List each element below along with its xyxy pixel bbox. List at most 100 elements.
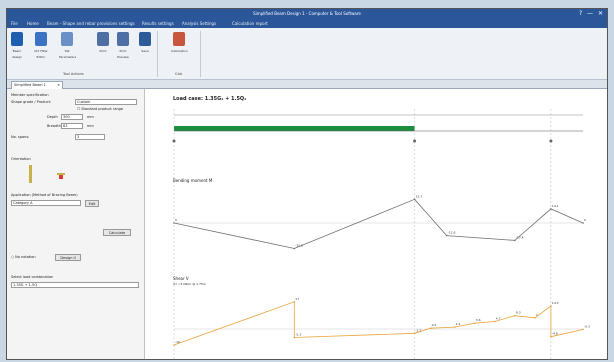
shear-point: [550, 305, 552, 307]
shear-point: [429, 327, 432, 329]
shear-point: [534, 317, 536, 319]
moment-point: [550, 208, 552, 210]
shear-data-label: 17: [295, 297, 299, 301]
shear-data-label: 8.3: [516, 311, 521, 315]
orientation-vertical-icon[interactable]: [29, 165, 32, 183]
menu-bar: File Home Beam - Shape and rebar provisi…: [7, 19, 607, 28]
shear-point: [582, 328, 584, 331]
moment-data-label: -17.4: [516, 235, 524, 239]
edit-category-button[interactable]: Edit: [85, 200, 99, 207]
load-combo-select[interactable]: 1.35G + 1.5Q: [11, 282, 139, 288]
moment-point: [514, 239, 516, 242]
orientation-marker-icon[interactable]: [59, 175, 63, 179]
design-button[interactable]: Design II: [55, 254, 81, 261]
application-label: Application (Method of Bracing Beam): [11, 193, 78, 197]
shape-label: Shape grade / Product:: [11, 100, 52, 104]
menu-report[interactable]: Calculation report: [232, 21, 268, 26]
group-label-tools: Tool Actions: [63, 72, 84, 76]
results-area: 0 -25.5 23.7 -12.6 -17.4 14.1 0 -10 17 -5.3 -2.7 0.…: [147, 89, 607, 359]
save-icon: [139, 32, 151, 46]
shear-data-label: 0.5: [432, 323, 437, 327]
print-button[interactable]: Print: [95, 32, 111, 54]
shear-point: [293, 301, 296, 303]
menu-beam-settings[interactable]: Beam - Shape and rebar provisions settin…: [47, 21, 135, 26]
shear-point: [550, 335, 552, 338]
load-case-title: Load case: 1.35G₁ + 1.5Q₁: [173, 96, 247, 102]
close-tab-icon[interactable]: ×: [57, 83, 60, 87]
category-select[interactable]: Category A: [11, 200, 81, 206]
spans-select[interactable]: 3: [75, 134, 105, 140]
beam-design-button[interactable]: Beam design: [9, 32, 25, 60]
menu-file[interactable]: File: [11, 21, 18, 26]
input-panel: Member specification Shape grade / Produ…: [7, 89, 145, 359]
moment-data-label: 0: [584, 218, 586, 222]
breadth-input[interactable]: 63: [61, 123, 83, 129]
calculate-button[interactable]: Calculate: [103, 229, 131, 236]
beam-design-icon: [11, 32, 23, 46]
shear-point: [493, 320, 496, 323]
moment-data-label: 23.7: [416, 194, 423, 198]
menu-results[interactable]: Results settings: [142, 21, 174, 26]
moment-point: [293, 247, 296, 250]
breadth-unit: mm: [87, 124, 94, 128]
minimize-icon[interactable]: —: [587, 10, 593, 17]
title-bar: Simplified Beam Design 1 - Computer & To…: [7, 9, 607, 19]
shear-series-line: [173, 301, 584, 346]
ribbon-separator: [157, 31, 158, 77]
shear-point: [514, 314, 516, 317]
save-button[interactable]: Save: [137, 32, 153, 54]
menu-analysis[interactable]: Analysis Settings: [182, 21, 216, 26]
window-title: Simplified Beam Design 1 - Computer & To…: [253, 11, 361, 16]
load-bar: [174, 126, 415, 131]
print-icon: [97, 32, 109, 46]
moment-point: [445, 234, 448, 237]
shear-point: [173, 344, 175, 346]
moment-data-label: -25.5: [295, 244, 303, 248]
load-combo-label: Select load combination: [11, 275, 54, 279]
shear-data-label: -4.8: [552, 332, 558, 336]
moment-series-line: [173, 198, 584, 249]
shear-data-label: 7: [536, 313, 538, 317]
moment-point: [582, 222, 584, 224]
orientation-label: Orientation: [11, 157, 31, 161]
no-notation-radio[interactable]: ○ No notation: [11, 255, 36, 259]
moment-point: [413, 198, 416, 201]
shear-point: [473, 322, 476, 325]
shear-data-label: -5.3: [295, 332, 301, 336]
shear-data-label: -0.3: [584, 324, 590, 328]
support-marker: [172, 139, 176, 143]
help-icon[interactable]: ?: [579, 10, 582, 17]
shear-data-label: 3.6: [476, 318, 481, 322]
print-preview-button[interactable]: Print Preview: [115, 32, 131, 60]
shear-data-label: 1.2: [456, 322, 461, 326]
calculation-button[interactable]: Calculation: [171, 32, 188, 54]
support-marker: [413, 139, 417, 143]
ribbon-separator: [200, 31, 201, 77]
breadth-label: Breadth: [47, 124, 61, 128]
shear-data-label: -2.7: [416, 328, 422, 332]
depth-label: Depth: [47, 115, 58, 119]
member-spec-heading: Member specification: [11, 93, 49, 97]
moment-data-label: -12.6: [448, 231, 456, 235]
bending-title: Bending moment M: [173, 178, 213, 183]
shape-select[interactable]: Custom: [75, 99, 137, 105]
moment-point: [173, 222, 175, 224]
print-preview-icon: [117, 32, 129, 46]
shear-title: Shear V: [173, 276, 189, 281]
menu-home[interactable]: Home: [27, 21, 39, 26]
application-window: Simplified Beam Design 1 - Computer & To…: [6, 8, 608, 360]
no-spans-label: No. spans:: [11, 135, 30, 139]
standard-checkbox[interactable]: ☐ Standard product range: [77, 107, 123, 111]
shear-subtitle: V= / 5 kN/m @ 1.75m: [173, 282, 206, 286]
parameters-icon: [61, 32, 73, 46]
close-icon[interactable]: ✕: [598, 10, 603, 17]
parameters-button[interactable]: SW Parameters: [59, 32, 76, 60]
moment-data-label: 14.1: [552, 204, 559, 208]
ribbon-toolbar: Beam design CLT Filter Editor SW Paramet…: [7, 28, 607, 80]
group-label-calc: Calc: [175, 72, 183, 76]
filter-editor-button[interactable]: CLT Filter Editor: [33, 32, 49, 60]
filter-editor-icon: [35, 32, 47, 46]
document-tab[interactable]: Simplified Beam 1 ×: [11, 81, 63, 89]
calculation-icon: [173, 32, 185, 46]
depth-input[interactable]: 300: [61, 114, 83, 120]
